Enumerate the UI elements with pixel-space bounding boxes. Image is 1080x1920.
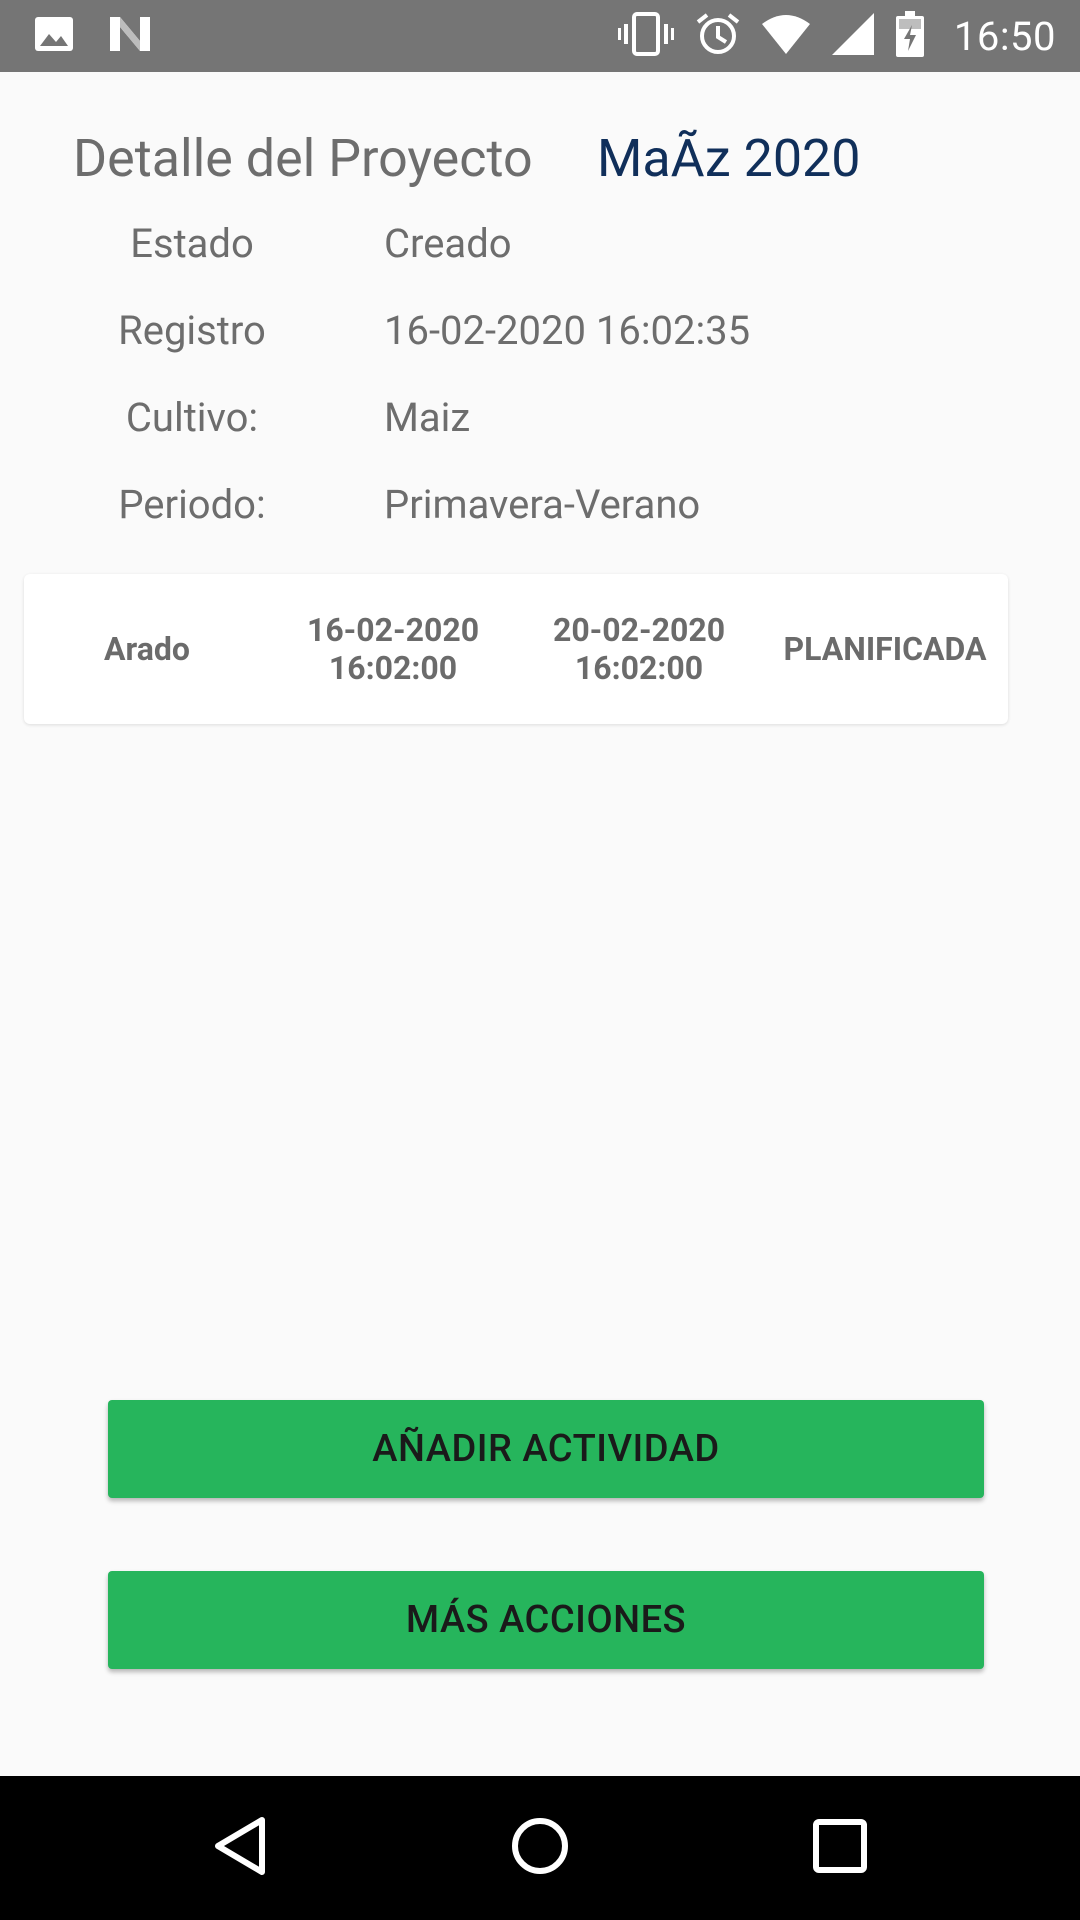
activity-status: PLANIFICADA [762, 574, 1008, 724]
activity-name-text: Arado [104, 630, 190, 668]
alarm-icon [696, 12, 740, 60]
signal-icon [831, 13, 874, 59]
activity-end-date: 20-02-2020 [552, 611, 726, 649]
more-actions-button[interactable]: MÁS ACCIONES [108, 1571, 984, 1669]
wifi-icon [761, 14, 810, 58]
detail-row-periodo: Periodo: Primavera-Verano [0, 481, 1080, 541]
activity-end: 20-02-2020 16:02:00 [516, 574, 762, 724]
image-icon [34, 16, 74, 56]
detail-value: Creado [384, 220, 512, 267]
status-time: 16:50 [953, 12, 1056, 60]
detail-row-cultivo: Cultivo: Maiz [0, 394, 1080, 454]
battery-charging-icon [895, 11, 924, 61]
activity-start-time: 16:02:00 [328, 649, 458, 687]
activity-end-time: 16:02:00 [574, 649, 704, 687]
activity-start-date: 16-02-2020 [306, 611, 480, 649]
status-bar: 16:50 [0, 0, 1080, 72]
recents-button[interactable] [798, 1806, 882, 1890]
detail-label: Cultivo: [125, 394, 259, 441]
back-icon [212, 1816, 268, 1880]
detail-value: 16-02-2020 16:02:35 [384, 307, 751, 354]
detail-label: Estado [130, 220, 254, 267]
activity-card[interactable]: Arado 16-02-2020 16:02:00 20-02-2020 16:… [24, 574, 1008, 724]
detail-row-registro: Registro 16-02-2020 16:02:35 [0, 307, 1080, 367]
activity-status-text: PLANIFICADA [783, 630, 987, 668]
detail-value: Primavera-Verano [384, 481, 701, 528]
vibrate-icon [617, 12, 674, 60]
recents-icon [813, 1819, 867, 1877]
home-icon [510, 1816, 570, 1880]
back-button[interactable] [198, 1806, 282, 1890]
add-activity-button[interactable]: AÑADIR ACTIVIDAD [108, 1400, 984, 1498]
detail-label: Registro [118, 307, 266, 354]
navigation-bar [0, 1776, 1080, 1920]
detail-row-estado: Estado Creado [0, 220, 1080, 280]
activity-name: Arado [24, 574, 270, 724]
project-name: MaÃz 2020 [597, 128, 861, 189]
page-title: Detalle del Proyecto [73, 128, 533, 189]
detail-label: Periodo: [118, 481, 266, 528]
activity-start: 16-02-2020 16:02:00 [270, 574, 516, 724]
detail-value: Maiz [384, 394, 471, 441]
n-app-icon [108, 15, 152, 57]
home-button[interactable] [498, 1806, 582, 1890]
